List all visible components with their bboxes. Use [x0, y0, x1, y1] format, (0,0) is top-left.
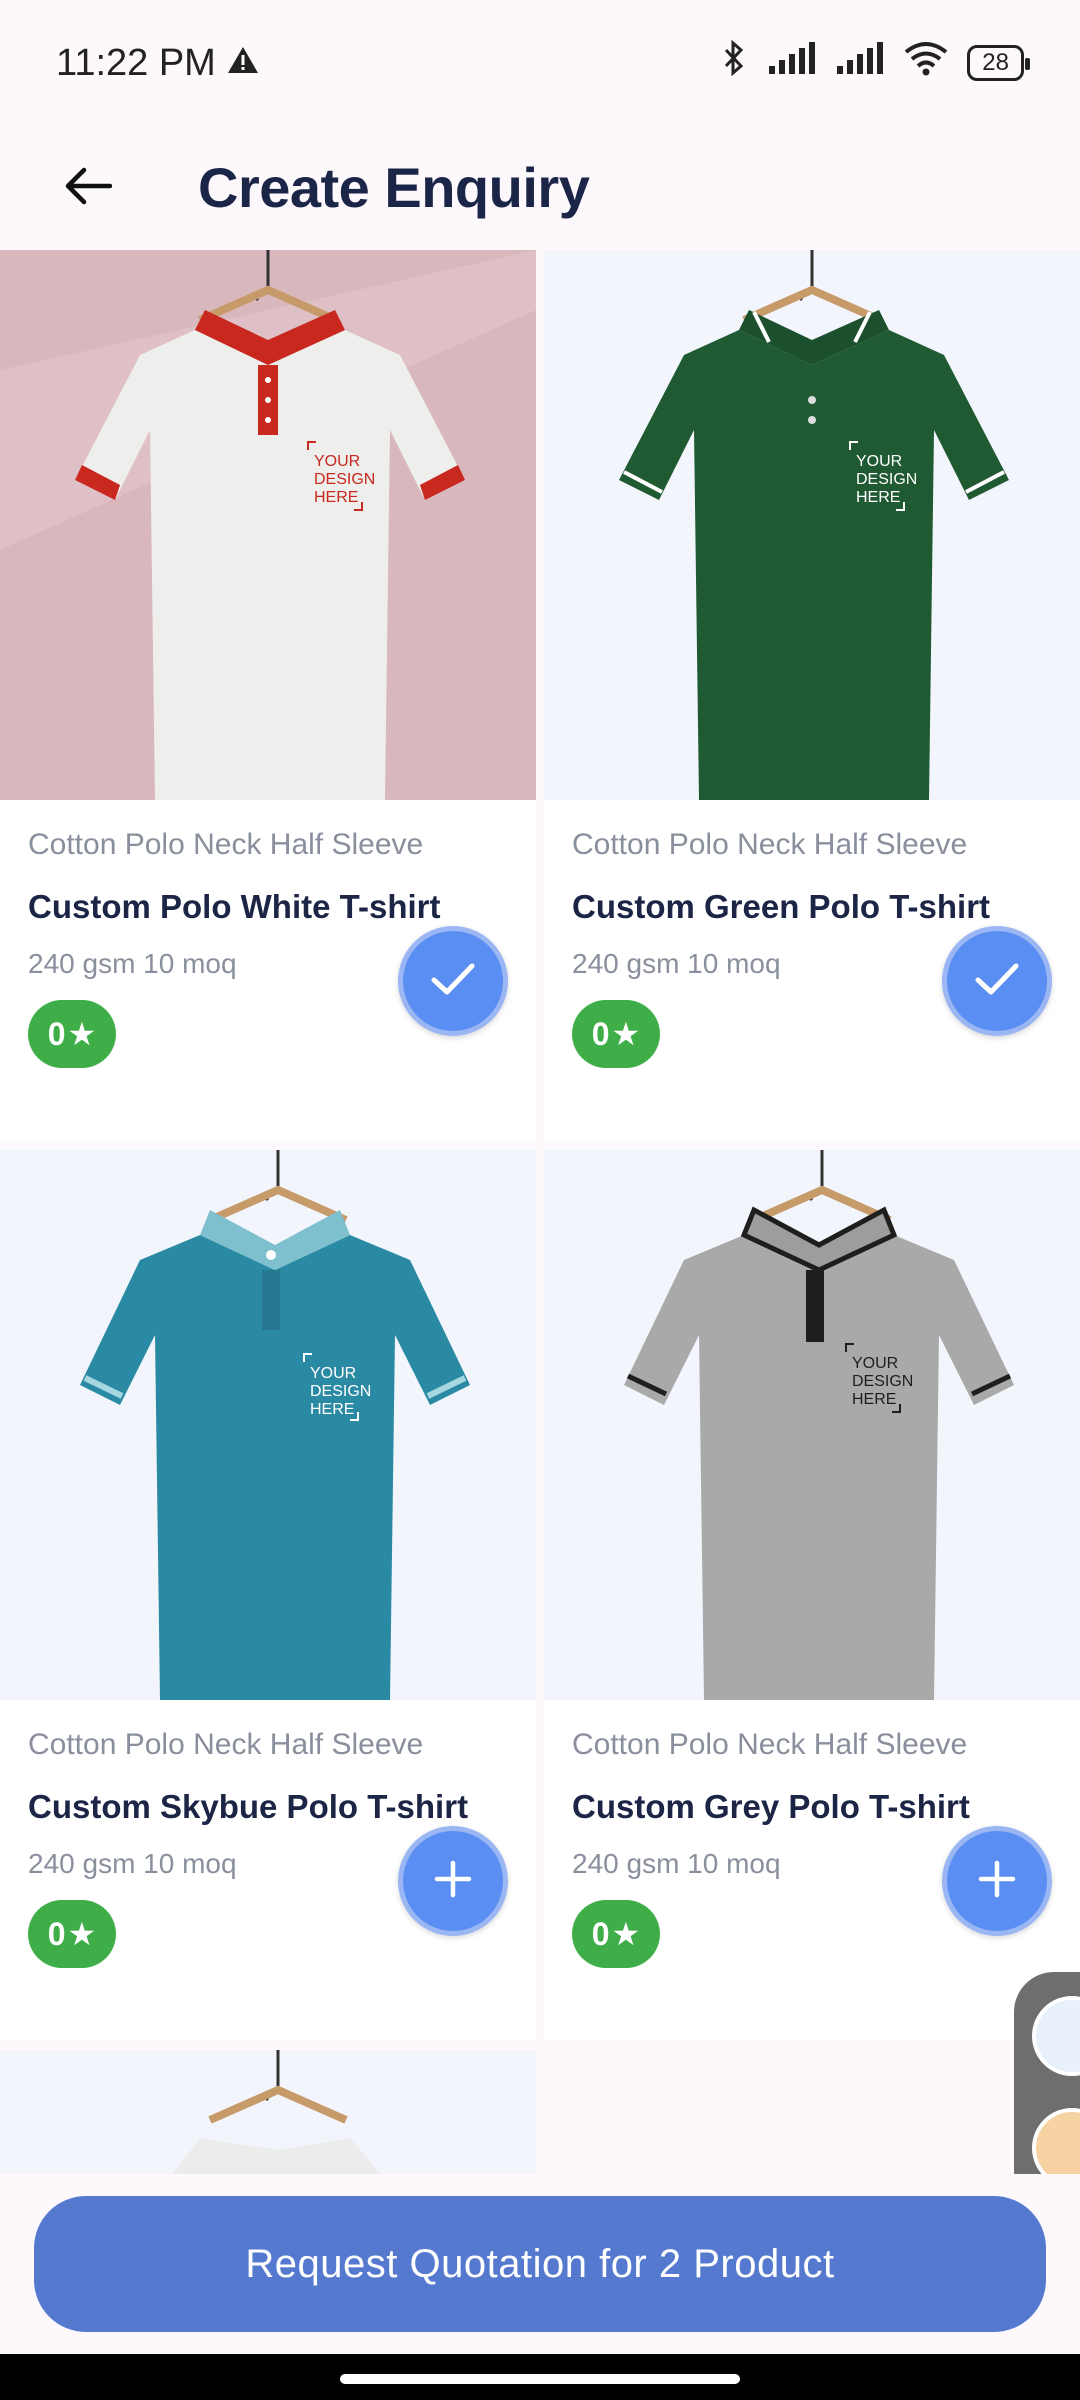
- design-text-line2: DESIGN: [856, 471, 917, 488]
- add-product-button[interactable]: [942, 1826, 1052, 1936]
- product-title: Custom Green Polo T-shirt: [572, 888, 991, 925]
- rating-value: 0: [47, 1915, 66, 1952]
- signal-icon: [767, 40, 817, 86]
- battery-icon: 28: [967, 45, 1030, 81]
- design-text-line1: YOUR: [310, 1365, 356, 1382]
- battery-level: 28: [982, 49, 1009, 76]
- design-text-line1: YOUR: [314, 453, 360, 470]
- star-icon: ★: [611, 1916, 641, 1952]
- star-icon: ★: [67, 1916, 97, 1952]
- design-text-line3: HERE: [852, 1391, 896, 1408]
- product-title: Custom Grey Polo T-shirt: [572, 1788, 970, 1825]
- signal-icon: [835, 40, 885, 86]
- status-left: 11:22 PM: [56, 42, 260, 85]
- selected-check-button[interactable]: [942, 926, 1052, 1036]
- product-category: Cotton Polo Neck Half Sleeve: [572, 828, 968, 861]
- star-icon: ★: [67, 1016, 97, 1052]
- product-category: Cotton Polo Neck Half Sleeve: [572, 1728, 968, 1761]
- product-category: Cotton Polo Neck Half Sleeve: [28, 1728, 424, 1761]
- design-text-line1: YOUR: [852, 1355, 898, 1372]
- bluetooth-icon: [719, 38, 749, 88]
- product-card[interactable]: YOUR DESIGN HERE Cotton Polo Neck Half S…: [544, 1150, 1080, 2040]
- design-text-line1: YOUR: [856, 453, 902, 470]
- rating-value: 0: [47, 1015, 66, 1052]
- product-spec: 240 gsm 10 moq: [28, 1848, 237, 1879]
- alert-icon: [226, 42, 260, 85]
- wifi-icon: [903, 40, 949, 86]
- design-text-line2: DESIGN: [310, 1383, 371, 1400]
- product-spec: 240 gsm 10 moq: [572, 1848, 781, 1879]
- product-title: Custom Polo White T-shirt: [28, 888, 441, 925]
- design-text-line3: HERE: [856, 489, 900, 506]
- product-image: YOUR DESIGN HERE: [544, 250, 1080, 800]
- product-category: Cotton Polo Neck Half Sleeve: [28, 828, 424, 861]
- rating-badge: 0 ★: [572, 1900, 660, 1968]
- check-icon: [428, 959, 478, 1004]
- product-title: Custom Skybue Polo T-shirt: [28, 1788, 469, 1825]
- product-card[interactable]: YOUR DESIGN HERE Cotton Polo Neck Half S…: [0, 250, 536, 1140]
- rating-badge: 0 ★: [28, 1000, 116, 1068]
- add-product-button[interactable]: [398, 1826, 508, 1936]
- design-text-line3: HERE: [314, 489, 358, 506]
- rating-badge: 0 ★: [28, 1900, 116, 1968]
- rating-value: 0: [591, 1015, 610, 1052]
- status-bar: 11:22 PM 28: [0, 0, 1080, 126]
- check-icon: [972, 959, 1022, 1004]
- status-right: 28: [719, 38, 1030, 88]
- product-card[interactable]: YOUR DESIGN HERE Cotton Polo Neck Half S…: [0, 1150, 536, 2040]
- selected-check-button[interactable]: [398, 926, 508, 1036]
- design-text-line2: DESIGN: [314, 471, 375, 488]
- design-text-line2: DESIGN: [852, 1373, 913, 1390]
- product-card[interactable]: YOUR DESIGN HERE Cotton Polo Neck Half S…: [544, 250, 1080, 1140]
- app-header: Create Enquiry: [0, 126, 1080, 250]
- product-card[interactable]: [0, 2050, 536, 2190]
- page-title: Create Enquiry: [198, 156, 590, 219]
- product-spec: 240 gsm 10 moq: [572, 948, 781, 979]
- home-gesture-handle[interactable]: [340, 2374, 740, 2384]
- arrow-left-icon: [64, 166, 113, 211]
- rating-badge: 0 ★: [572, 1000, 660, 1068]
- status-time: 11:22 PM: [56, 41, 216, 84]
- plus-icon: [433, 1859, 473, 1904]
- star-icon: ★: [611, 1016, 641, 1052]
- plus-icon: [977, 1859, 1017, 1904]
- request-quotation-button[interactable]: Request Quotation for 2 Product: [34, 2196, 1046, 2332]
- product-image: [0, 2050, 536, 2190]
- product-image: YOUR DESIGN HERE: [544, 1150, 1080, 1700]
- design-text-line3: HERE: [310, 1401, 354, 1418]
- back-button[interactable]: [46, 146, 130, 230]
- product-spec: 240 gsm 10 moq: [28, 948, 237, 979]
- product-image: YOUR DESIGN HERE: [0, 1150, 536, 1700]
- rating-value: 0: [591, 1915, 610, 1952]
- product-image: YOUR DESIGN HERE: [0, 250, 536, 800]
